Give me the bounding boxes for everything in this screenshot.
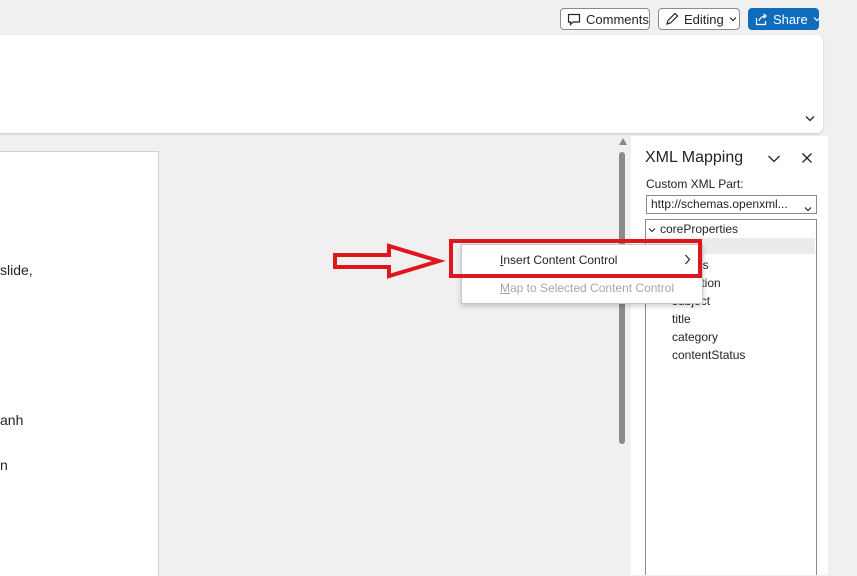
ribbon bbox=[0, 35, 823, 133]
document-text: n bbox=[0, 457, 8, 473]
pane-title: XML Mapping bbox=[645, 149, 744, 166]
tree-node-coreproperties[interactable]: coreProperties bbox=[648, 222, 738, 236]
document-text: slide, bbox=[0, 262, 33, 278]
chevron-down-icon bbox=[729, 16, 737, 22]
editing-label: Editing bbox=[684, 11, 724, 27]
chevron-down-icon bbox=[648, 222, 656, 236]
custom-xml-part-value: http://schemas.openxml... bbox=[651, 197, 788, 211]
tree-node-contentstatus[interactable]: contentStatus bbox=[672, 348, 745, 362]
tree-node-label: coreProperties bbox=[660, 222, 739, 236]
ribbon-expand-chevron-icon[interactable] bbox=[805, 109, 815, 127]
share-label: Share bbox=[773, 11, 808, 27]
map-to-selected-content-control-menu-item[interactable]: Map to Selected Content Control bbox=[500, 281, 674, 295]
annotation-highlight-box bbox=[449, 239, 702, 278]
tree-node-title[interactable]: title bbox=[672, 312, 691, 326]
comments-label: Comments bbox=[586, 11, 649, 27]
pencil-icon bbox=[665, 12, 679, 26]
document-text: anh bbox=[0, 412, 24, 428]
annotation-arrow-icon bbox=[333, 243, 445, 279]
comments-button[interactable]: Comments bbox=[560, 8, 650, 30]
comment-icon bbox=[567, 13, 581, 26]
editing-mode-button[interactable]: Editing bbox=[658, 8, 740, 30]
chevron-down-icon[interactable] bbox=[767, 151, 781, 169]
tree-node-category[interactable]: category bbox=[672, 330, 718, 344]
share-button[interactable]: Share bbox=[748, 8, 821, 30]
chevron-down-icon bbox=[813, 16, 821, 22]
document-page[interactable]: slide, anh n bbox=[0, 151, 159, 576]
scroll-up-arrow-icon[interactable] bbox=[619, 138, 627, 145]
document-scrollbar[interactable] bbox=[615, 136, 629, 575]
xml-mapping-pane: XML Mapping Custom XML Part: http://sche… bbox=[631, 136, 828, 575]
share-icon bbox=[755, 13, 768, 26]
hotkey-letter: M bbox=[500, 281, 510, 295]
custom-xml-part-label: Custom XML Part: bbox=[646, 177, 744, 191]
close-icon[interactable] bbox=[801, 151, 813, 169]
menu-item-label: ap to Selected Content Control bbox=[510, 281, 675, 295]
title-bar: Comments Editing Share bbox=[0, 0, 857, 34]
custom-xml-part-dropdown[interactable]: http://schemas.openxml... bbox=[646, 195, 817, 214]
chevron-down-icon bbox=[804, 201, 812, 213]
